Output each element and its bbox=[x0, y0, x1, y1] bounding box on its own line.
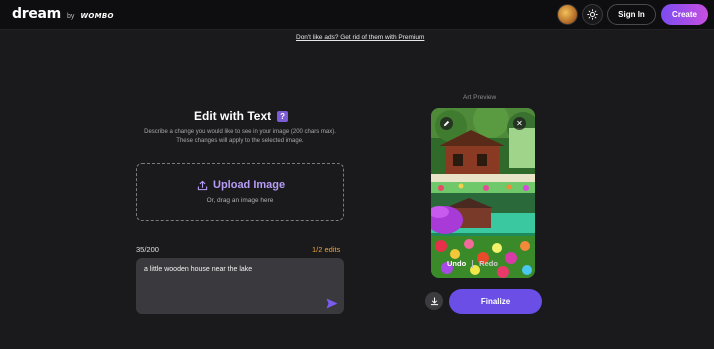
brand-name: dream bbox=[12, 6, 61, 22]
redo-button[interactable]: Redo bbox=[479, 259, 498, 268]
create-button[interactable]: Create bbox=[661, 4, 708, 25]
prompt-input[interactable]: a little wooden house near the lake bbox=[136, 258, 344, 314]
edits-count: 1/2 edits bbox=[312, 245, 341, 254]
upload-button[interactable]: Upload Image bbox=[197, 179, 285, 191]
finalize-button[interactable]: Finalize bbox=[449, 289, 542, 314]
undo-redo-divider bbox=[472, 259, 474, 268]
upload-hint: Or, drag an image here bbox=[206, 197, 274, 204]
char-count: 35/200 bbox=[136, 245, 159, 254]
undo-button[interactable]: Undo bbox=[447, 259, 466, 268]
preview-artwork bbox=[431, 108, 535, 278]
theme-toggle-button[interactable] bbox=[582, 4, 603, 25]
art-preview-image[interactable]: ✕ Undo Redo bbox=[431, 108, 535, 278]
top-bar: dream by WOMBO Sign In Create bbox=[0, 0, 714, 30]
preview-label: Art Preview bbox=[463, 94, 497, 101]
page-title: Edit with Text bbox=[194, 109, 272, 123]
brand-company: WOMBO bbox=[80, 12, 114, 20]
remove-ads-link[interactable]: Don't like ads? Get rid of them with Pre… bbox=[296, 34, 424, 41]
editor-description: Describe a change you would like to see … bbox=[144, 129, 336, 144]
close-icon[interactable]: ✕ bbox=[513, 117, 526, 130]
sun-icon bbox=[587, 9, 598, 20]
avatar[interactable] bbox=[557, 4, 578, 25]
send-icon bbox=[326, 298, 338, 309]
sign-in-button[interactable]: Sign In bbox=[607, 4, 656, 25]
undo-redo-controls: Undo Redo bbox=[447, 259, 498, 268]
upload-dropzone[interactable]: Upload Image Or, drag an image here bbox=[136, 163, 344, 221]
prompt-text: a little wooden house near the lake bbox=[144, 266, 253, 273]
upload-label: Upload Image bbox=[213, 179, 286, 191]
brand-by: by bbox=[66, 13, 75, 20]
download-icon bbox=[430, 296, 438, 305]
edit-icon[interactable] bbox=[440, 117, 453, 130]
brand-logo[interactable]: dream by WOMBO bbox=[12, 6, 114, 22]
download-button[interactable] bbox=[425, 292, 443, 310]
send-button[interactable] bbox=[326, 296, 338, 314]
help-icon[interactable]: ? bbox=[277, 110, 289, 122]
upload-icon bbox=[197, 180, 208, 190]
editor-heading: Edit with Text ? bbox=[194, 109, 289, 123]
